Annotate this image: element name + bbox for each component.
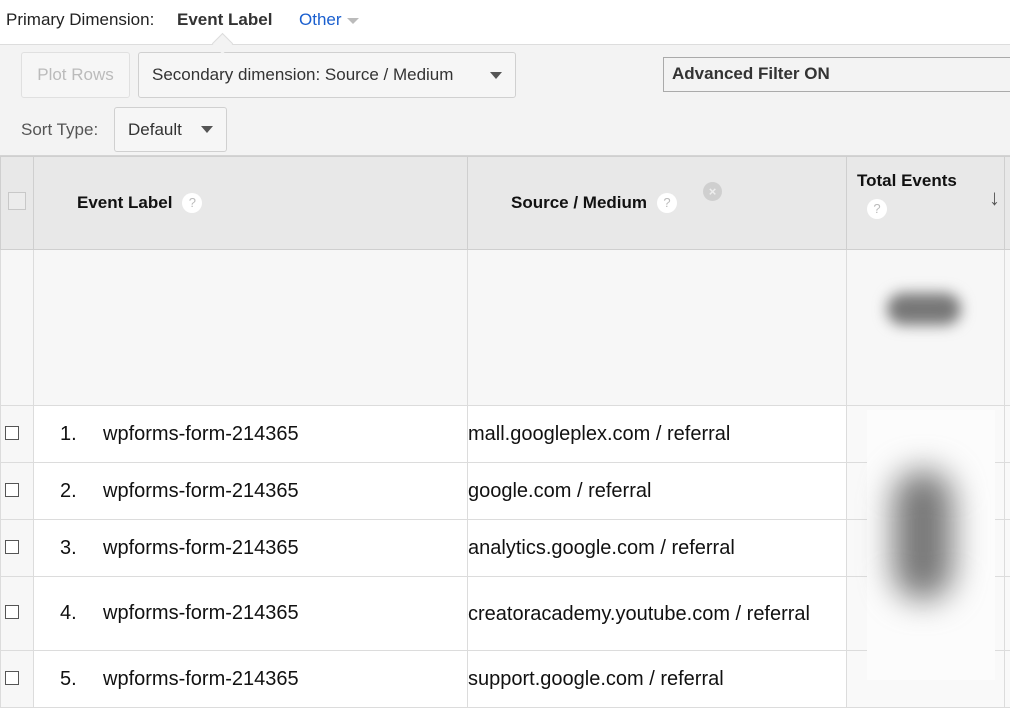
event-label-cell: 2.wpforms-form-214365 <box>34 463 468 520</box>
plot-rows-label: Plot Rows <box>37 65 114 85</box>
event-label-link[interactable]: wpforms-form-214365 <box>103 668 299 690</box>
row-checkbox-cell <box>1 406 34 463</box>
sort-descending-icon[interactable]: ↓ <box>989 185 1000 211</box>
row-number: 3. <box>34 537 103 560</box>
event-label-link[interactable]: wpforms-form-214365 <box>103 602 299 624</box>
column-header-total-events[interactable]: Total Events? ↓ <box>847 157 1005 250</box>
report-toolbar: Plot Rows Secondary dimension: Source / … <box>0 45 1010 156</box>
secondary-dimension-dropdown[interactable]: Secondary dimension: Source / Medium <box>138 52 516 98</box>
summary-total-events-redacted <box>847 250 1005 406</box>
event-label-cell: 3.wpforms-form-214365 <box>34 520 468 577</box>
column-label: Total Events <box>857 171 994 191</box>
sort-type-value: Default <box>128 120 182 140</box>
row-spacer <box>1005 520 1010 577</box>
select-all-cell <box>1 157 34 250</box>
event-label-cell: 4.wpforms-form-214365 <box>34 577 468 651</box>
row-checkbox[interactable] <box>5 483 19 497</box>
column-header-event-label[interactable]: Event Label? <box>34 157 468 250</box>
column-label: Event Label <box>77 193 172 212</box>
header-spacer <box>1005 157 1010 250</box>
chevron-down-icon <box>347 18 359 24</box>
source-medium-cell[interactable]: analytics.google.com / referral <box>468 520 847 577</box>
primary-dimension-event-label[interactable]: Event Label <box>177 10 272 30</box>
table-row: 4.wpforms-form-214365creatoracademy.yout… <box>1 577 1010 651</box>
summary-event-label <box>34 250 468 406</box>
source-medium-cell[interactable]: creatoracademy.youtube.com / referral <box>468 577 847 651</box>
summary-source-medium <box>468 250 847 406</box>
row-checkbox[interactable] <box>5 540 19 554</box>
event-label-link[interactable]: wpforms-form-214365 <box>103 537 299 559</box>
sort-type-dropdown[interactable]: Default <box>114 107 227 152</box>
redacted-value <box>887 293 961 325</box>
row-checkbox[interactable] <box>5 671 19 685</box>
event-label-link[interactable]: wpforms-form-214365 <box>103 423 299 445</box>
row-spacer <box>1005 406 1010 463</box>
row-checkbox[interactable] <box>5 426 19 440</box>
table-row: 1.wpforms-form-214365mall.googleplex.com… <box>1 406 1010 463</box>
chevron-down-icon <box>201 126 213 133</box>
summary-cb-cell <box>1 250 34 406</box>
column-header-source-medium[interactable]: Source / Medium? × <box>468 157 847 250</box>
row-spacer <box>1005 577 1010 651</box>
primary-dimension-other-dropdown[interactable]: Other <box>299 10 359 30</box>
primary-dimension-label: Primary Dimension: <box>6 10 154 30</box>
other-label: Other <box>299 10 342 29</box>
select-all-checkbox[interactable] <box>8 192 26 210</box>
data-table: Event Label? Source / Medium? × Total Eve… <box>0 156 1010 708</box>
table-row: 5.wpforms-form-214365support.google.com … <box>1 651 1010 708</box>
plot-rows-button[interactable]: Plot Rows <box>21 52 130 98</box>
source-medium-cell[interactable]: mall.googleplex.com / referral <box>468 406 847 463</box>
redacted-values <box>893 470 953 600</box>
row-checkbox-cell <box>1 651 34 708</box>
table-row: 2.wpforms-form-214365google.com / referr… <box>1 463 1010 520</box>
summary-row <box>1 250 1010 406</box>
help-icon[interactable]: ? <box>867 199 887 219</box>
source-medium-cell[interactable]: google.com / referral <box>468 463 847 520</box>
row-checkbox[interactable] <box>5 605 19 619</box>
remove-secondary-dimension-icon[interactable]: × <box>703 182 722 201</box>
row-spacer <box>1005 651 1010 708</box>
row-checkbox-cell <box>1 577 34 651</box>
help-icon[interactable]: ? <box>182 193 202 213</box>
table-row: 3.wpforms-form-214365analytics.google.co… <box>1 520 1010 577</box>
event-label-link[interactable]: wpforms-form-214365 <box>103 480 299 502</box>
advanced-filter-indicator[interactable]: Advanced Filter ON <box>663 57 1010 92</box>
row-spacer <box>1005 463 1010 520</box>
source-medium-cell[interactable]: support.google.com / referral <box>468 651 847 708</box>
row-number: 5. <box>34 668 103 691</box>
row-number: 4. <box>34 602 103 625</box>
secondary-dimension-label: Secondary dimension: Source / Medium <box>152 65 453 85</box>
event-label-cell: 5.wpforms-form-214365 <box>34 651 468 708</box>
row-checkbox-cell <box>1 463 34 520</box>
help-icon[interactable]: ? <box>657 193 677 213</box>
row-checkbox-cell <box>1 520 34 577</box>
summary-spacer <box>1005 250 1010 406</box>
primary-dimension-bar: Primary Dimension: Event Label Other <box>0 0 1010 45</box>
row-number: 1. <box>34 423 103 446</box>
chevron-down-icon <box>490 72 502 79</box>
event-label-cell: 1.wpforms-form-214365 <box>34 406 468 463</box>
row-number: 2. <box>34 480 103 503</box>
column-label: Source / Medium <box>511 193 647 212</box>
sort-type-label: Sort Type: <box>21 120 98 140</box>
table-header-row: Event Label? Source / Medium? × Total Eve… <box>1 157 1010 250</box>
